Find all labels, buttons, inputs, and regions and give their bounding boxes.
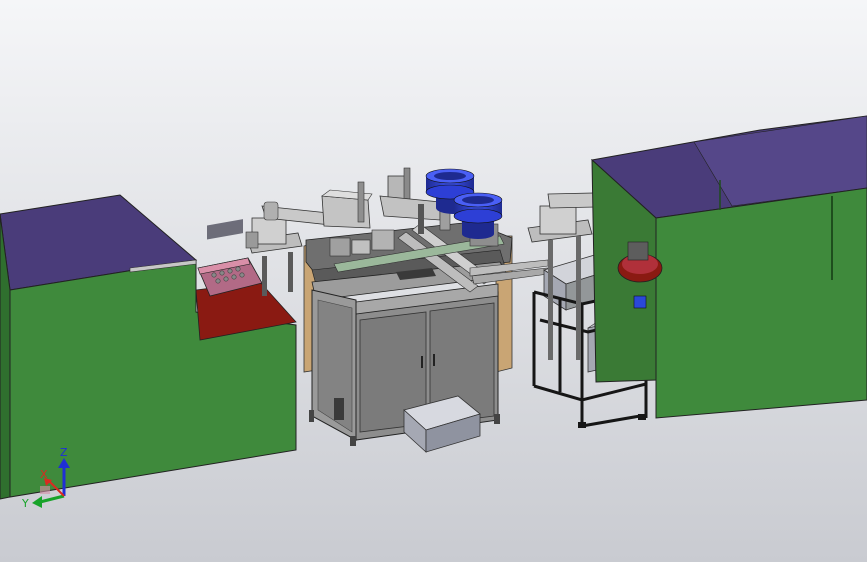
axis-y-label: Y <box>21 497 29 510</box>
blue-sensor-block <box>633 295 647 309</box>
axis-z-label: Z <box>60 446 68 459</box>
axis-x-label: X <box>40 468 48 481</box>
right-enclosure-front <box>655 187 867 419</box>
right-enclosure[interactable] <box>590 115 867 419</box>
assembly-scene[interactable]: Z Y X <box>0 0 867 562</box>
cad-viewport[interactable]: Z Y X <box>0 0 867 562</box>
